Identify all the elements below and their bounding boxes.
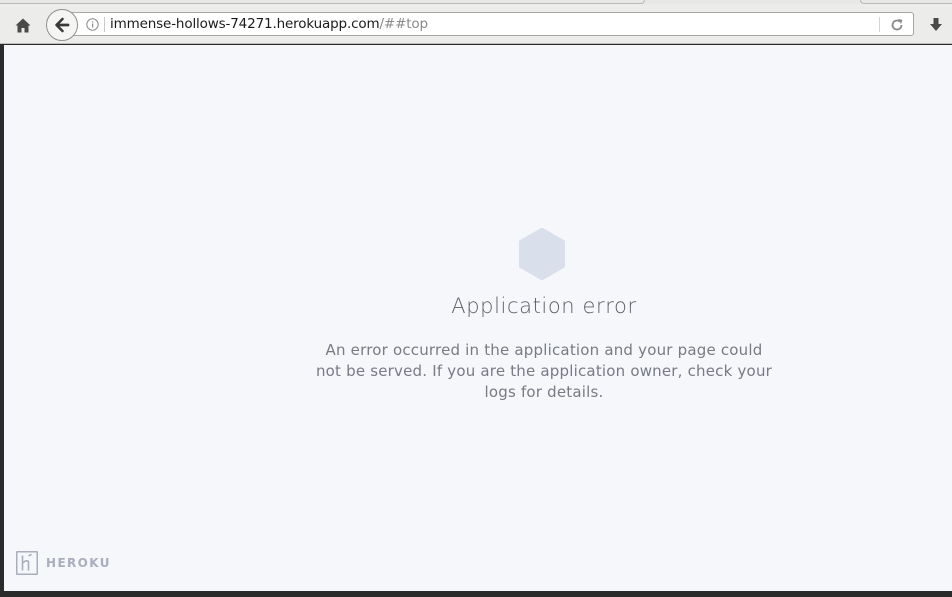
reload-button[interactable]	[888, 16, 905, 33]
info-icon	[85, 17, 99, 31]
back-arrow-icon	[55, 17, 70, 33]
downloads-button[interactable]	[924, 13, 948, 37]
browser-window: immense-hollows-74271.herokuapp.com/##to…	[0, 0, 952, 597]
reload-separator	[879, 17, 880, 32]
heroku-wordmark: HEROKU	[46, 556, 111, 570]
url-divider	[104, 17, 105, 32]
site-info-button[interactable]	[85, 17, 99, 31]
hexagon-icon	[519, 228, 565, 280]
url-path: /##top	[379, 16, 429, 32]
url-host: immense-hollows-74271.herokuapp.com	[110, 16, 380, 32]
error-title: Application error	[451, 294, 637, 318]
address-bar[interactable]: immense-hollows-74271.herokuapp.com/##to…	[60, 12, 914, 36]
download-icon	[930, 18, 942, 31]
home-icon	[15, 18, 31, 32]
heroku-logo-icon	[16, 551, 38, 575]
error-message: An error occurred in the application and…	[315, 341, 773, 401]
home-button[interactable]	[10, 13, 36, 37]
window-bottom-edge	[0, 591, 952, 597]
reload-icon	[891, 18, 902, 30]
heroku-logo[interactable]: HEROKU	[16, 551, 111, 575]
url-text[interactable]: immense-hollows-74271.herokuapp.com/##to…	[110, 15, 428, 34]
back-button[interactable]	[46, 9, 78, 41]
navigation-toolbar: immense-hollows-74271.herokuapp.com/##to…	[0, 4, 952, 44]
